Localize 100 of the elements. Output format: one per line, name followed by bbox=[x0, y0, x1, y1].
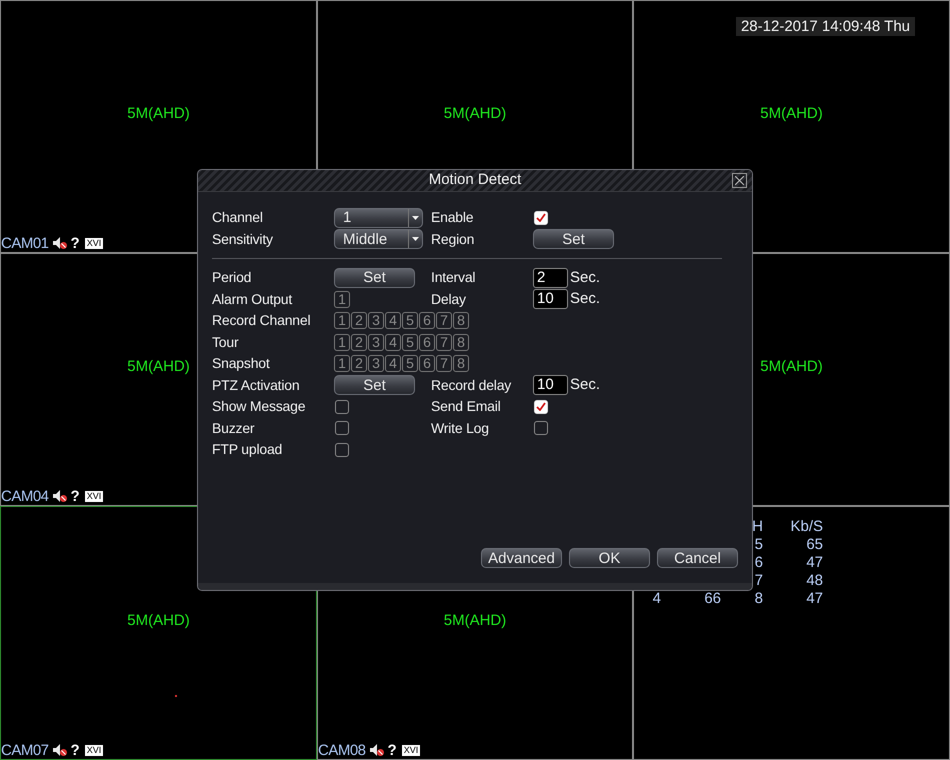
number-field[interactable]: 10 bbox=[533, 289, 568, 310]
close-icon bbox=[735, 176, 744, 185]
field-label: Delay bbox=[431, 290, 467, 309]
field-label: PTZ Activation bbox=[212, 376, 300, 395]
channel-toggle[interactable]: 1 bbox=[334, 290, 350, 308]
caret-icon bbox=[412, 237, 419, 242]
camera-name: CAM07 bbox=[1, 742, 49, 758]
table-cell-text: 47 bbox=[805, 554, 823, 572]
column-header: Kb/S bbox=[789, 518, 823, 536]
channel-toggle[interactable]: 2 bbox=[351, 312, 367, 330]
codec-badge: XVI bbox=[402, 744, 420, 756]
field-label: Show Message bbox=[212, 397, 306, 416]
channel-toggle[interactable]: 4 bbox=[385, 355, 401, 372]
channel-toggle[interactable]: 2 bbox=[351, 334, 367, 351]
status-text: ? bbox=[388, 742, 397, 758]
channel-toggle[interactable]: 3 bbox=[368, 355, 384, 372]
number-field[interactable]: 2 bbox=[533, 268, 568, 288]
field-label: Alarm Output bbox=[212, 290, 294, 309]
channel-toggle[interactable]: 1 bbox=[334, 312, 350, 330]
check-icon bbox=[536, 402, 546, 412]
channel-toggle[interactable]: 2 bbox=[351, 355, 367, 372]
status-text: ? bbox=[70, 236, 80, 250]
unit-label: Sec. bbox=[570, 375, 600, 395]
check-icon bbox=[536, 213, 546, 222]
dialog-title: Motion Detect bbox=[428, 170, 522, 190]
set-button[interactable]: Set bbox=[334, 375, 415, 396]
dialog-button[interactable]: Advanced bbox=[481, 548, 562, 568]
channel-toggle[interactable]: 7 bbox=[436, 312, 452, 330]
channel-toggle[interactable]: 6 bbox=[419, 312, 435, 330]
channel-toggle[interactable]: 3 bbox=[368, 334, 384, 351]
channel-toggle[interactable]: 6 bbox=[419, 355, 435, 372]
table-cell-text: 5 bbox=[754, 536, 763, 554]
channel-toggle[interactable]: 6 bbox=[419, 334, 435, 351]
field-label: Period bbox=[212, 268, 252, 288]
resolution-label: 5M(AHD) bbox=[127, 610, 190, 631]
datetime-display: 28-12-2017 14:09:48 Thu bbox=[736, 17, 915, 36]
set-button[interactable]: Set bbox=[334, 268, 415, 288]
channel-toggle[interactable]: 5 bbox=[402, 312, 418, 330]
field-label: Interval bbox=[431, 268, 476, 288]
channel-toggle[interactable]: 8 bbox=[453, 312, 469, 330]
camera-name: CAM08 bbox=[318, 742, 366, 758]
camera-name: CAM04 bbox=[1, 488, 49, 504]
field-label: Snapshot bbox=[212, 354, 271, 374]
checkbox[interactable] bbox=[335, 442, 349, 457]
resolution-label: 5M(AHD) bbox=[127, 357, 190, 378]
number-field[interactable]: 10 bbox=[533, 375, 568, 396]
dialog-button[interactable]: Cancel bbox=[657, 548, 738, 568]
checkbox[interactable] bbox=[534, 421, 548, 436]
field-label: Send Email bbox=[431, 397, 502, 416]
channel-toggle[interactable]: 4 bbox=[385, 312, 401, 330]
table-cell-text: 7 bbox=[754, 572, 763, 590]
muted-speaker-icon bbox=[52, 743, 68, 757]
codec-badge: XVI bbox=[84, 238, 104, 248]
resolution-label: 5M(AHD) bbox=[444, 104, 506, 124]
field-label: Region bbox=[431, 230, 476, 249]
checkbox[interactable] bbox=[335, 400, 349, 414]
resolution-label: 5M(AHD) bbox=[760, 357, 823, 378]
codec-badge: XVI bbox=[84, 744, 104, 756]
channel-toggle[interactable]: 5 bbox=[402, 355, 418, 372]
channel-toggle[interactable]: 1 bbox=[334, 334, 350, 351]
field-label: Enable bbox=[431, 208, 474, 228]
field-label: Tour bbox=[212, 332, 240, 352]
table-cell-text: 47 bbox=[805, 590, 823, 608]
codec-badge: XVI bbox=[84, 490, 104, 502]
field-label: Sensitivity bbox=[212, 230, 274, 249]
field-label: Channel bbox=[212, 208, 264, 228]
table-cell-text: 48 bbox=[805, 572, 823, 590]
dropdown[interactable]: Middle bbox=[334, 229, 423, 250]
resolution-label: 5M(AHD) bbox=[760, 104, 823, 124]
status-text: ? bbox=[70, 488, 80, 504]
table-cell-text: 65 bbox=[805, 536, 823, 554]
unit-label: Sec. bbox=[570, 289, 600, 309]
field-label: Write Log bbox=[431, 418, 490, 438]
channel-toggle[interactable]: 7 bbox=[436, 334, 452, 351]
close-button[interactable] bbox=[732, 173, 747, 188]
channel-toggle[interactable]: 7 bbox=[436, 355, 452, 372]
muted-speaker-icon bbox=[52, 489, 68, 503]
channel-toggle[interactable]: 3 bbox=[368, 312, 384, 330]
field-label: Buzzer bbox=[212, 418, 256, 438]
dropdown[interactable]: 1 bbox=[334, 208, 423, 228]
field-label: Record delay bbox=[431, 376, 512, 395]
channel-toggle[interactable]: 8 bbox=[453, 334, 469, 351]
muted-speaker-icon bbox=[368, 743, 385, 757]
dialog-button[interactable]: OK bbox=[569, 548, 650, 568]
resolution-label: 5M(AHD) bbox=[444, 610, 506, 631]
channel-toggle[interactable]: 5 bbox=[402, 334, 418, 351]
channel-toggle[interactable]: 4 bbox=[385, 334, 401, 351]
channel-toggle[interactable]: 1 bbox=[334, 355, 350, 372]
field-label: Record Channel bbox=[212, 311, 312, 330]
field-label: FTP upload bbox=[212, 440, 284, 460]
camera-name: CAM01 bbox=[1, 236, 49, 250]
channel-toggle[interactable]: 8 bbox=[453, 355, 469, 372]
checkbox[interactable] bbox=[335, 421, 349, 436]
table-cell-text: 6 bbox=[754, 554, 763, 572]
status-text: ? bbox=[70, 742, 80, 758]
unit-label: Sec. bbox=[570, 268, 600, 288]
column-header: H bbox=[751, 518, 763, 536]
caret-icon bbox=[412, 216, 419, 220]
set-button[interactable]: Set bbox=[533, 229, 614, 250]
table-cell-text: 66 bbox=[703, 590, 721, 608]
